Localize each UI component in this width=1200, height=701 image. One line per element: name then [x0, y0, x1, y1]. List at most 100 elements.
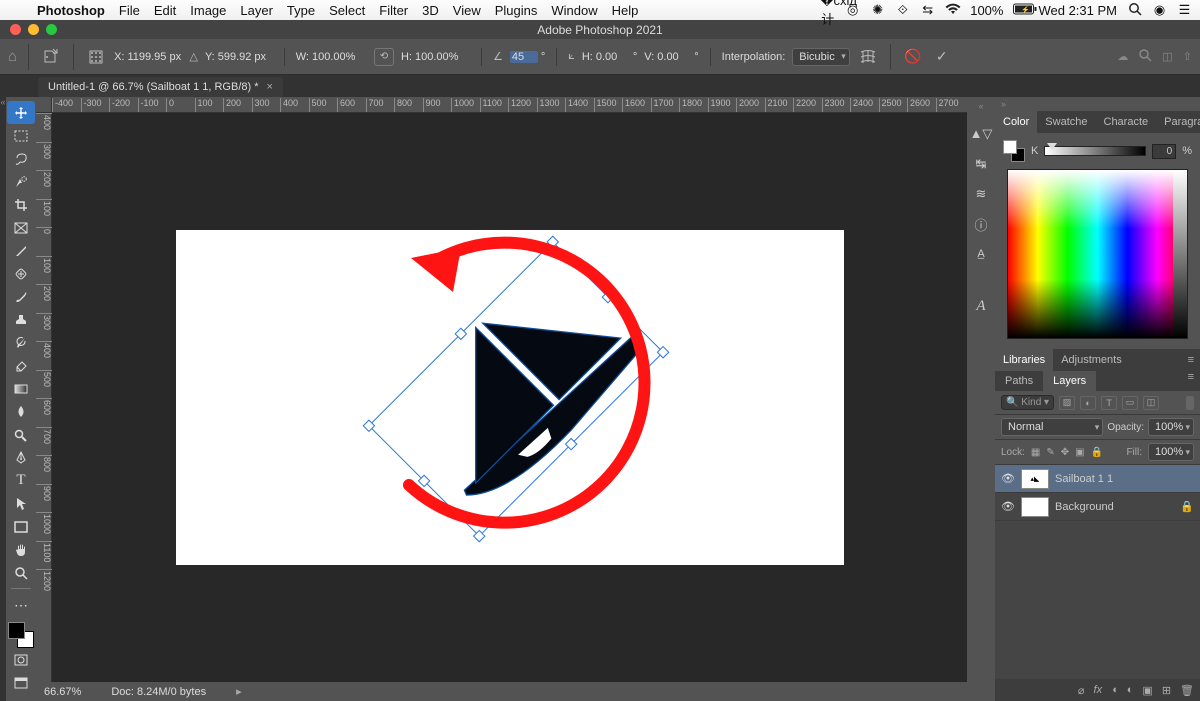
eraser-tool[interactable]: [7, 354, 35, 377]
history-panel-icon[interactable]: ▲▽: [970, 123, 992, 145]
adjustments-panel-icon[interactable]: ≋: [970, 183, 992, 205]
menu-file[interactable]: File: [119, 3, 140, 18]
layer-lock-icon[interactable]: 🔒: [1180, 500, 1194, 513]
search-icon[interactable]: [1138, 48, 1152, 65]
zoom-tool[interactable]: [7, 561, 35, 584]
visibility-toggle[interactable]: 👁: [1001, 500, 1015, 513]
ruler-horizontal[interactable]: -400-300-200-100010020030040050060070080…: [36, 97, 967, 113]
filter-smart-icon[interactable]: ◫: [1143, 396, 1159, 410]
menu-edit[interactable]: Edit: [154, 3, 176, 18]
tab-color[interactable]: Color: [995, 111, 1037, 133]
lock-position-icon[interactable]: ✥: [1061, 447, 1069, 458]
skew-v-field[interactable]: V:°: [644, 51, 698, 63]
layer-mask-icon[interactable]: ◖: [1111, 684, 1118, 696]
skew-h-field[interactable]: H:°: [582, 51, 637, 63]
window-minimize-button[interactable]: [28, 24, 39, 35]
grayscale-slider[interactable]: [1044, 146, 1146, 156]
glyphs-panel-icon[interactable]: A: [970, 295, 992, 317]
stamp-tool[interactable]: [7, 308, 35, 331]
window-zoom-button[interactable]: [46, 24, 57, 35]
docsize-readout[interactable]: Doc: 8.24M/0 bytes: [111, 686, 206, 698]
link-layers-icon[interactable]: ⌀: [1078, 684, 1085, 697]
edit-toolbar-icon[interactable]: ⋯: [7, 593, 35, 616]
adjustment-layer-icon[interactable]: ◐: [1127, 684, 1134, 696]
menu-3d[interactable]: 3D: [422, 3, 439, 18]
tab-paths[interactable]: Paths: [995, 371, 1043, 391]
layer-filter-kind[interactable]: 🔍 Kind ▾: [1001, 395, 1054, 410]
y-field[interactable]: Y:: [205, 51, 273, 63]
filter-pixel-icon[interactable]: ▨: [1059, 396, 1075, 410]
cancel-transform-button[interactable]: 🚫: [902, 46, 924, 68]
history-brush-tool[interactable]: [7, 331, 35, 354]
type-tool[interactable]: T: [7, 469, 35, 492]
xy-delta-icon[interactable]: △: [189, 50, 197, 63]
battery-icon[interactable]: ⚡: [1013, 3, 1028, 18]
move-tool[interactable]: [7, 101, 35, 124]
menu-type[interactable]: Type: [287, 3, 315, 18]
close-tab-icon[interactable]: ×: [267, 81, 273, 93]
ruler-vertical[interactable]: 4003002001000100200300400500600700800900…: [36, 113, 52, 682]
grayscale-value[interactable]: 0: [1152, 144, 1176, 159]
layer-fx-icon[interactable]: fx: [1094, 684, 1103, 696]
reference-point-icon[interactable]: [85, 46, 107, 68]
lock-all-icon[interactable]: 🔒: [1091, 447, 1103, 458]
lock-paint-icon[interactable]: ✎: [1046, 447, 1054, 458]
marquee-tool[interactable]: [7, 124, 35, 147]
lasso-tool[interactable]: [7, 147, 35, 170]
artboard[interactable]: [176, 230, 844, 565]
filter-type-icon[interactable]: T: [1101, 396, 1117, 410]
app-name-menu[interactable]: Photoshop: [37, 3, 105, 18]
properties-panel-icon[interactable]: ↹: [970, 153, 992, 175]
status-icon-4[interactable]: ⇆: [920, 2, 935, 18]
rotate-field[interactable]: °: [510, 51, 545, 63]
eyedropper-tool[interactable]: [7, 239, 35, 262]
color-spectrum[interactable]: [1007, 169, 1188, 339]
panel-fgbg-swatch[interactable]: [1003, 140, 1025, 162]
brush-tool[interactable]: [7, 285, 35, 308]
filter-adjust-icon[interactable]: ◐: [1080, 396, 1096, 410]
shape-tool[interactable]: [7, 515, 35, 538]
menu-window[interactable]: Window: [551, 3, 597, 18]
character-panel-icon[interactable]: A̲: [970, 243, 992, 265]
menu-plugins[interactable]: Plugins: [495, 3, 538, 18]
info-panel-icon[interactable]: ⓘ: [970, 213, 992, 235]
new-layer-icon[interactable]: ⊞: [1162, 684, 1171, 697]
menu-image[interactable]: Image: [190, 3, 226, 18]
cloud-docs-icon[interactable]: ☁: [1117, 50, 1128, 63]
panel-menu-icon[interactable]: ≡: [1182, 354, 1200, 366]
status-icon-3[interactable]: ⟐: [895, 2, 910, 18]
screen-mode-icon[interactable]: [7, 671, 35, 694]
menu-help[interactable]: Help: [612, 3, 639, 18]
menu-filter[interactable]: Filter: [379, 3, 408, 18]
clock[interactable]: Wed 2:31 PM: [1038, 3, 1117, 18]
menu-select[interactable]: Select: [329, 3, 365, 18]
layer-group-icon[interactable]: ▣: [1142, 684, 1152, 697]
share-icon[interactable]: ⇧: [1183, 50, 1192, 63]
filter-toggle[interactable]: [1186, 396, 1194, 410]
blend-mode-select[interactable]: Normal: [1001, 418, 1103, 436]
height-field[interactable]: H:: [401, 51, 470, 63]
status-icon-1[interactable]: ◎: [845, 2, 860, 18]
window-close-button[interactable]: [10, 24, 21, 35]
arrange-docs-icon[interactable]: ◫: [1162, 50, 1172, 63]
transform-tool-icon[interactable]: [40, 46, 62, 68]
wifi-icon[interactable]: [945, 3, 960, 18]
lock-artboard-icon[interactable]: ▣: [1075, 447, 1084, 458]
status-icon-2[interactable]: ✺: [870, 2, 885, 18]
tab-adjustments[interactable]: Adjustments: [1053, 349, 1130, 371]
layer-thumb[interactable]: [1021, 497, 1049, 517]
tab-paragraph[interactable]: Paragrap: [1156, 111, 1200, 133]
zoom-readout[interactable]: 66.67%: [44, 686, 81, 698]
tab-swatches[interactable]: Swatche: [1037, 111, 1095, 133]
panel-menu-icon[interactable]: ≡: [1182, 371, 1200, 391]
aspect-lock-icon[interactable]: ⟲: [374, 48, 394, 66]
dodge-tool[interactable]: [7, 423, 35, 446]
siri-icon[interactable]: ◉: [1152, 2, 1167, 18]
width-field[interactable]: W:: [296, 51, 367, 63]
menu-view[interactable]: View: [453, 3, 481, 18]
filter-shape-icon[interactable]: ▭: [1122, 396, 1138, 410]
delete-layer-icon[interactable]: 🗑: [1180, 684, 1194, 697]
healing-tool[interactable]: [7, 262, 35, 285]
canvas-area[interactable]: [52, 113, 967, 682]
layer-thumb[interactable]: ▴◣: [1021, 469, 1049, 489]
